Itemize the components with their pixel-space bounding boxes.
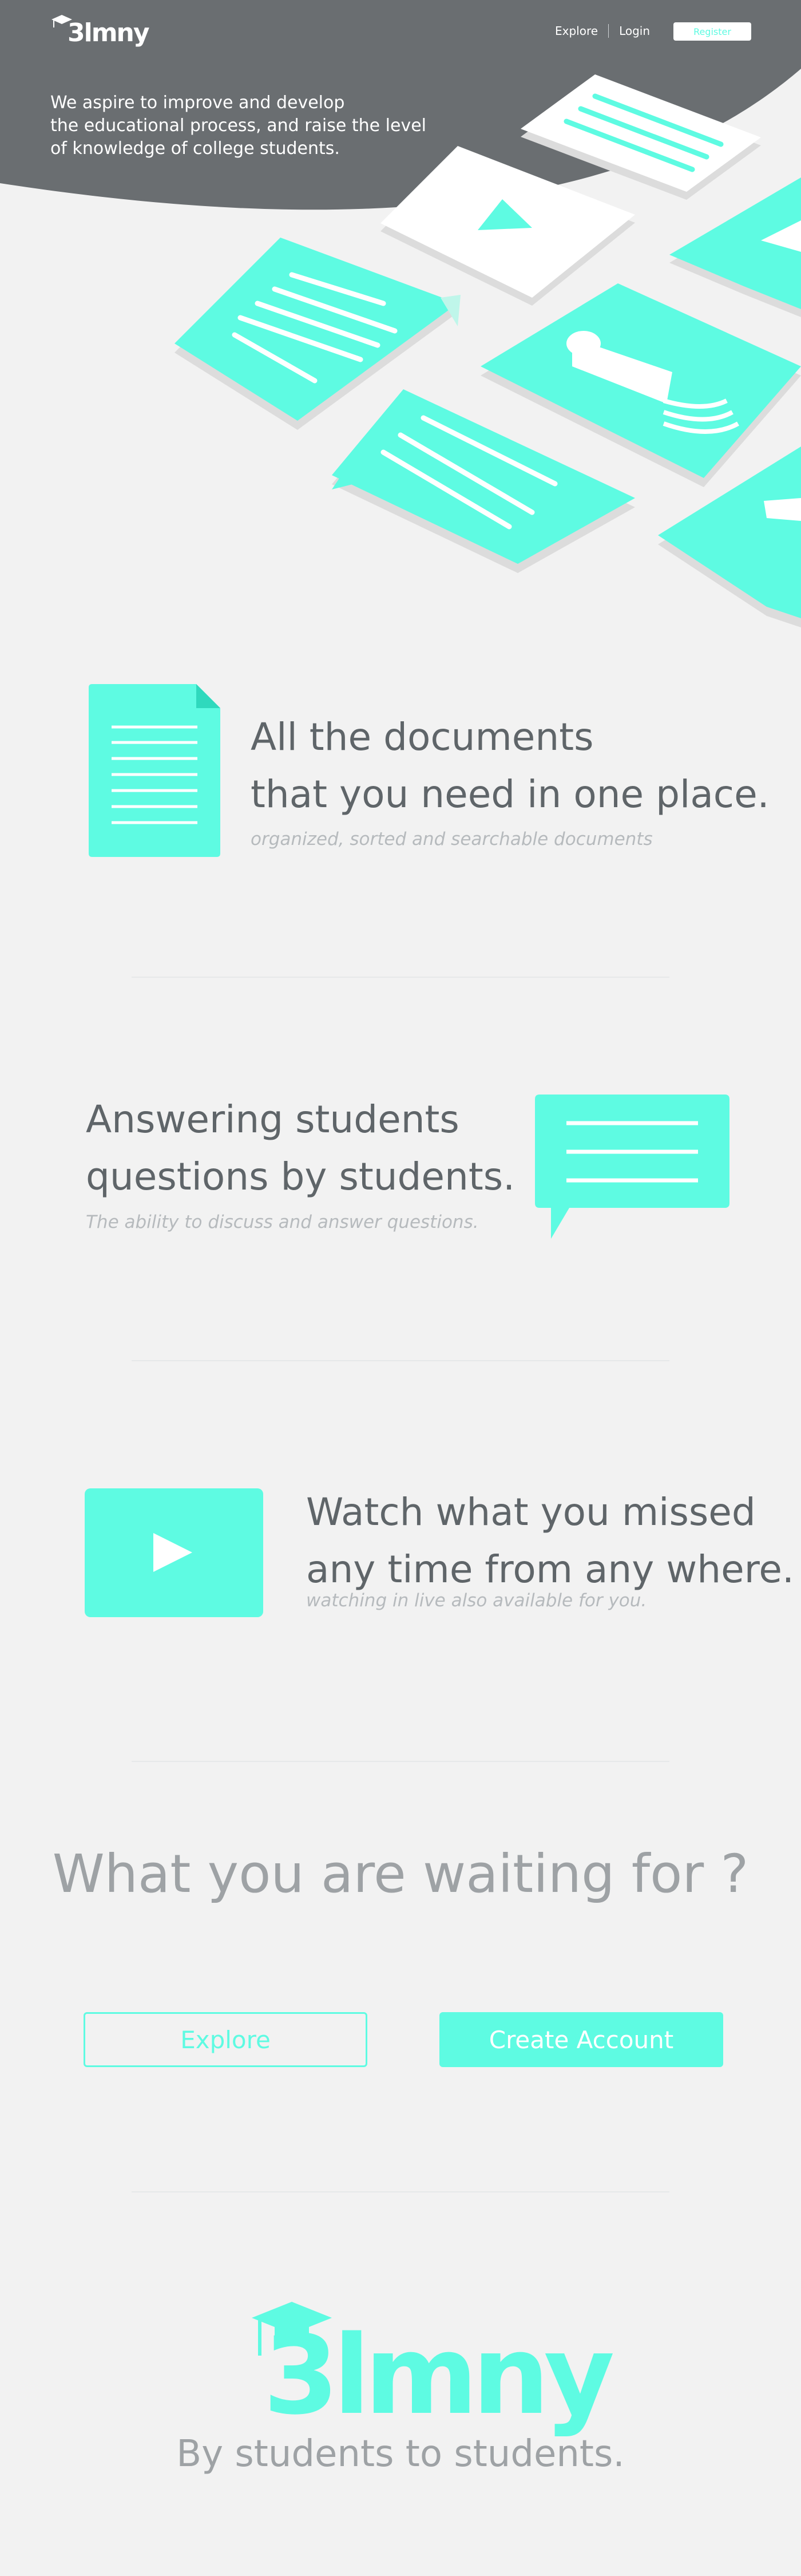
feature-questions-subtitle: The ability to discuss and answer questi…: [86, 1212, 479, 1232]
feature-documents-subtitle: organized, sorted and searchable documen…: [251, 829, 653, 850]
video-player-icon[interactable]: [85, 1488, 263, 1617]
feature-video-title: Watch what you missed any time from any …: [306, 1484, 794, 1598]
register-button[interactable]: Register: [673, 22, 751, 41]
iso-doc-card-white: [521, 74, 761, 200]
nav-separator: [608, 24, 609, 38]
section-divider: [132, 1761, 669, 1762]
iso-card-right-top: [669, 177, 801, 317]
top-nav: Explore Login Register: [555, 19, 751, 42]
feature-documents-title: All the documents that you need in one p…: [251, 709, 770, 823]
brand-logo[interactable]: 3lmny: [50, 13, 150, 48]
hero-tagline-line: of knowledge of college students.: [50, 139, 340, 159]
feature-title-line: questions by students.: [86, 1155, 516, 1199]
document-icon: [89, 684, 220, 857]
feature-video-subtitle: watching in live also available for you.: [306, 1590, 647, 1611]
section-divider: [132, 1360, 669, 1361]
nav-explore-link[interactable]: Explore: [555, 24, 598, 38]
chat-bubble-icon: [535, 1095, 729, 1239]
hero-tagline-line: We aspire to improve and develop: [50, 93, 345, 113]
feature-title-line: that you need in one place.: [251, 772, 770, 816]
brand-wordmark: 3lmny: [68, 18, 150, 48]
hero-tagline: We aspire to improve and develop the edu…: [50, 92, 445, 160]
section-divider: [132, 977, 669, 978]
feature-questions-title: Answering students questions by students…: [86, 1091, 515, 1206]
feature-title-line: any time from any where.: [306, 1547, 794, 1591]
explore-button[interactable]: Explore: [84, 2012, 367, 2067]
create-account-button[interactable]: Create Account: [439, 2012, 723, 2067]
cta-title: What you are waiting for ?: [52, 1843, 749, 1905]
nav-login-link[interactable]: Login: [619, 24, 650, 38]
footer-brand-wordmark: 3lmny: [263, 2312, 614, 2439]
footer-tagline: By students to students.: [176, 2433, 625, 2475]
feature-title-line: All the documents: [251, 715, 594, 759]
hero-tagline-line: the educational process, and raise the l…: [50, 116, 426, 136]
feature-title-line: Watch what you missed: [306, 1490, 756, 1534]
feature-title-line: Answering students: [86, 1097, 459, 1141]
iso-video-card-white: [380, 146, 635, 306]
section-divider: [132, 2191, 669, 2192]
